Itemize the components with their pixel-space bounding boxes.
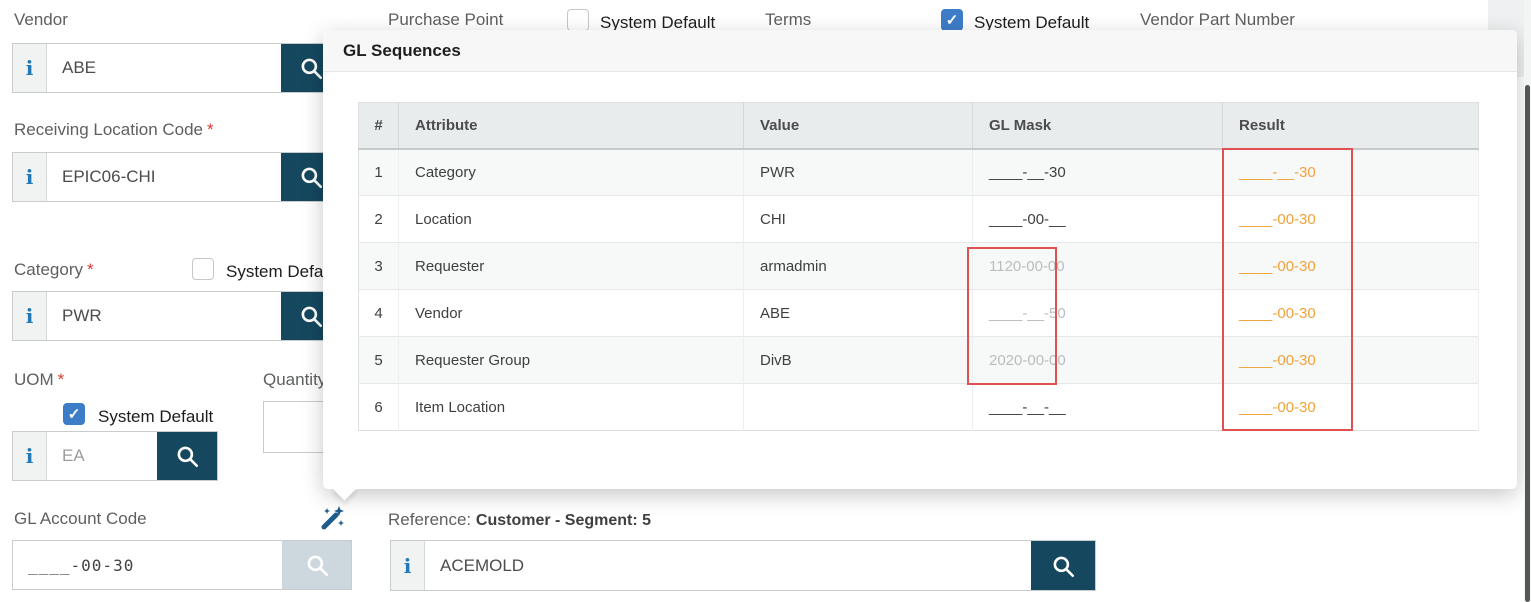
cell-value: CHI: [744, 196, 973, 243]
cell-result: ____-00-30: [1223, 384, 1479, 431]
gl-sequences-popover: GL Sequences # Attribute Value GL Mask R…: [323, 30, 1517, 489]
purchase-point-system-default-checkbox[interactable]: [567, 9, 589, 31]
checkmark-icon: ✓: [68, 407, 81, 422]
cell-value: [744, 384, 973, 431]
vendor-part-number-label: Vendor Part Number: [1140, 10, 1295, 30]
cell-gl-mask: 1120-00-00: [973, 243, 1223, 290]
cell-num: 1: [359, 149, 399, 196]
checkmark-icon: ✓: [946, 13, 959, 28]
required-marker: *: [87, 260, 94, 279]
uom-system-default-label: System Default: [98, 407, 213, 427]
category-input[interactable]: PWR: [47, 292, 281, 340]
cell-num: 2: [359, 196, 399, 243]
vendor-input[interactable]: ABE: [47, 44, 281, 92]
column-header-attribute[interactable]: Attribute: [399, 103, 744, 149]
table-row[interactable]: 2 Location CHI ____-00-__ ____-00-30: [359, 196, 1479, 243]
info-icon[interactable]: i: [13, 44, 47, 92]
cell-value: ABE: [744, 290, 973, 337]
gl-account-code-field: ____-00-30: [12, 540, 352, 590]
cell-gl-mask: ____-__-__: [973, 384, 1223, 431]
column-header-num[interactable]: #: [359, 103, 399, 149]
category-field: i PWR: [12, 291, 342, 341]
cell-num: 3: [359, 243, 399, 290]
info-icon[interactable]: i: [391, 541, 425, 590]
cell-result: ____-00-30: [1223, 290, 1479, 337]
popover-arrow: [332, 476, 356, 500]
scrollbar-thumb[interactable]: [1525, 85, 1530, 602]
gl-account-code-label: GL Account Code: [14, 509, 147, 529]
cell-attribute: Requester: [399, 243, 744, 290]
vendor-field: i ABE: [12, 43, 342, 93]
table-row[interactable]: 4 Vendor ABE ____-__-50 ____-00-30: [359, 290, 1479, 337]
quantity-label: Quantity: [263, 370, 326, 390]
info-icon[interactable]: i: [13, 292, 47, 340]
cell-attribute: Item Location: [399, 384, 744, 431]
cell-value: armadmin: [744, 243, 973, 290]
cell-result: ____-__-30: [1223, 149, 1479, 196]
vendor-label: Vendor: [14, 10, 68, 30]
reference-input[interactable]: ACEMOLD: [425, 541, 1031, 590]
cell-num: 4: [359, 290, 399, 337]
purchase-point-label: Purchase Point: [388, 10, 503, 30]
receiving-location-field: i EPIC06-CHI: [12, 152, 342, 202]
cell-value: DivB: [744, 337, 973, 384]
table-row[interactable]: 6 Item Location ____-__-__ ____-00-30: [359, 384, 1479, 431]
info-icon[interactable]: i: [13, 153, 47, 201]
uom-field: i EA: [12, 431, 218, 481]
uom-label: UOM*: [14, 370, 64, 390]
cell-num: 6: [359, 384, 399, 431]
cell-result: ____-00-30: [1223, 196, 1479, 243]
reference-field: i ACEMOLD: [390, 540, 1096, 591]
required-marker: *: [207, 120, 214, 139]
table-row[interactable]: 5 Requester Group DivB 2020-00-00 ____-0…: [359, 337, 1479, 384]
cell-gl-mask: ____-__-50: [973, 290, 1223, 337]
category-label: Category*: [14, 260, 94, 280]
cell-attribute: Requester Group: [399, 337, 744, 384]
cell-result: ____-00-30: [1223, 337, 1479, 384]
search-icon[interactable]: [1031, 541, 1095, 590]
cell-gl-mask: ____-__-30: [973, 149, 1223, 196]
magic-wand-icon[interactable]: [317, 504, 345, 537]
cell-gl-mask: ____-00-__: [973, 196, 1223, 243]
terms-label: Terms: [765, 10, 811, 30]
cell-num: 5: [359, 337, 399, 384]
required-marker: *: [58, 370, 65, 389]
cell-attribute: Category: [399, 149, 744, 196]
search-icon[interactable]: [157, 432, 217, 480]
terms-system-default-checkbox[interactable]: ✓: [941, 9, 963, 31]
cell-attribute: Vendor: [399, 290, 744, 337]
column-header-value[interactable]: Value: [744, 103, 973, 149]
cell-value: PWR: [744, 149, 973, 196]
popover-title: GL Sequences: [343, 41, 461, 61]
receiving-location-input[interactable]: EPIC06-CHI: [47, 153, 281, 201]
table-row[interactable]: 3 Requester armadmin 1120-00-00 ____-00-…: [359, 243, 1479, 290]
uom-input[interactable]: EA: [47, 432, 157, 480]
column-header-gl-mask[interactable]: GL Mask: [973, 103, 1223, 149]
cell-attribute: Location: [399, 196, 744, 243]
receiving-location-label: Receiving Location Code*: [14, 120, 214, 140]
column-header-result[interactable]: Result: [1223, 103, 1479, 149]
info-icon[interactable]: i: [13, 432, 47, 480]
table-row[interactable]: 1 Category PWR ____-__-30 ____-__-30: [359, 149, 1479, 196]
popover-header: GL Sequences: [323, 30, 1517, 72]
category-system-default-checkbox[interactable]: [192, 258, 214, 280]
app-screen: Vendor i ABE Receiving Location Code* i …: [0, 0, 1531, 602]
search-icon: [282, 541, 351, 589]
cell-result: ____-00-30: [1223, 243, 1479, 290]
gl-account-code-input[interactable]: ____-00-30: [13, 541, 282, 589]
reference-value-text: Customer - Segment: 5: [476, 512, 651, 529]
uom-system-default-checkbox[interactable]: ✓: [63, 403, 85, 425]
gl-sequences-table: # Attribute Value GL Mask Result 1 Categ…: [358, 102, 1479, 431]
table-header-row: # Attribute Value GL Mask Result: [359, 103, 1479, 149]
reference-label: Reference: Customer - Segment: 5: [388, 510, 651, 530]
cell-gl-mask: 2020-00-00: [973, 337, 1223, 384]
